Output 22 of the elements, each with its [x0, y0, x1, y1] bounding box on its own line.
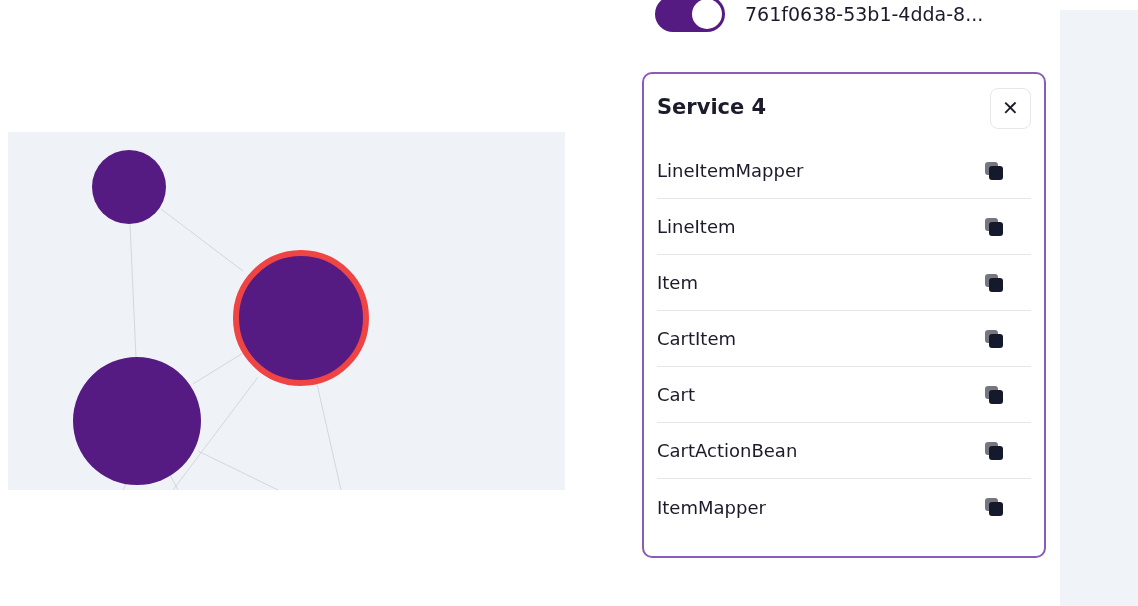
class-name: Item — [657, 271, 698, 295]
copy-icon[interactable] — [984, 328, 1004, 349]
class-name: CartItem — [657, 327, 737, 351]
service-id-label: 761f0638-53b1-4dda-8... — [745, 1, 984, 27]
copy-icon[interactable] — [984, 272, 1004, 293]
copy-icon[interactable] — [984, 216, 1004, 237]
toggle-switch[interactable] — [655, 0, 725, 32]
panel-title: Service 4 — [657, 94, 767, 122]
copy-icon[interactable] — [984, 440, 1004, 461]
class-name: CartActionBean — [657, 439, 798, 463]
class-name: LineItem — [657, 215, 736, 239]
class-name: LineItemMapper — [657, 159, 804, 183]
copy-icon[interactable] — [984, 497, 1004, 517]
edge-line — [122, 483, 127, 490]
graph-node[interactable] — [92, 150, 166, 224]
close-button[interactable]: ✕ — [990, 87, 1031, 129]
class-name: ItemMapper — [657, 495, 766, 520]
copy-icon[interactable] — [984, 160, 1004, 181]
class-name: Cart — [657, 383, 696, 407]
graph-node[interactable] — [73, 357, 201, 485]
graph-node[interactable] — [233, 250, 369, 386]
copy-icon[interactable] — [984, 384, 1004, 405]
